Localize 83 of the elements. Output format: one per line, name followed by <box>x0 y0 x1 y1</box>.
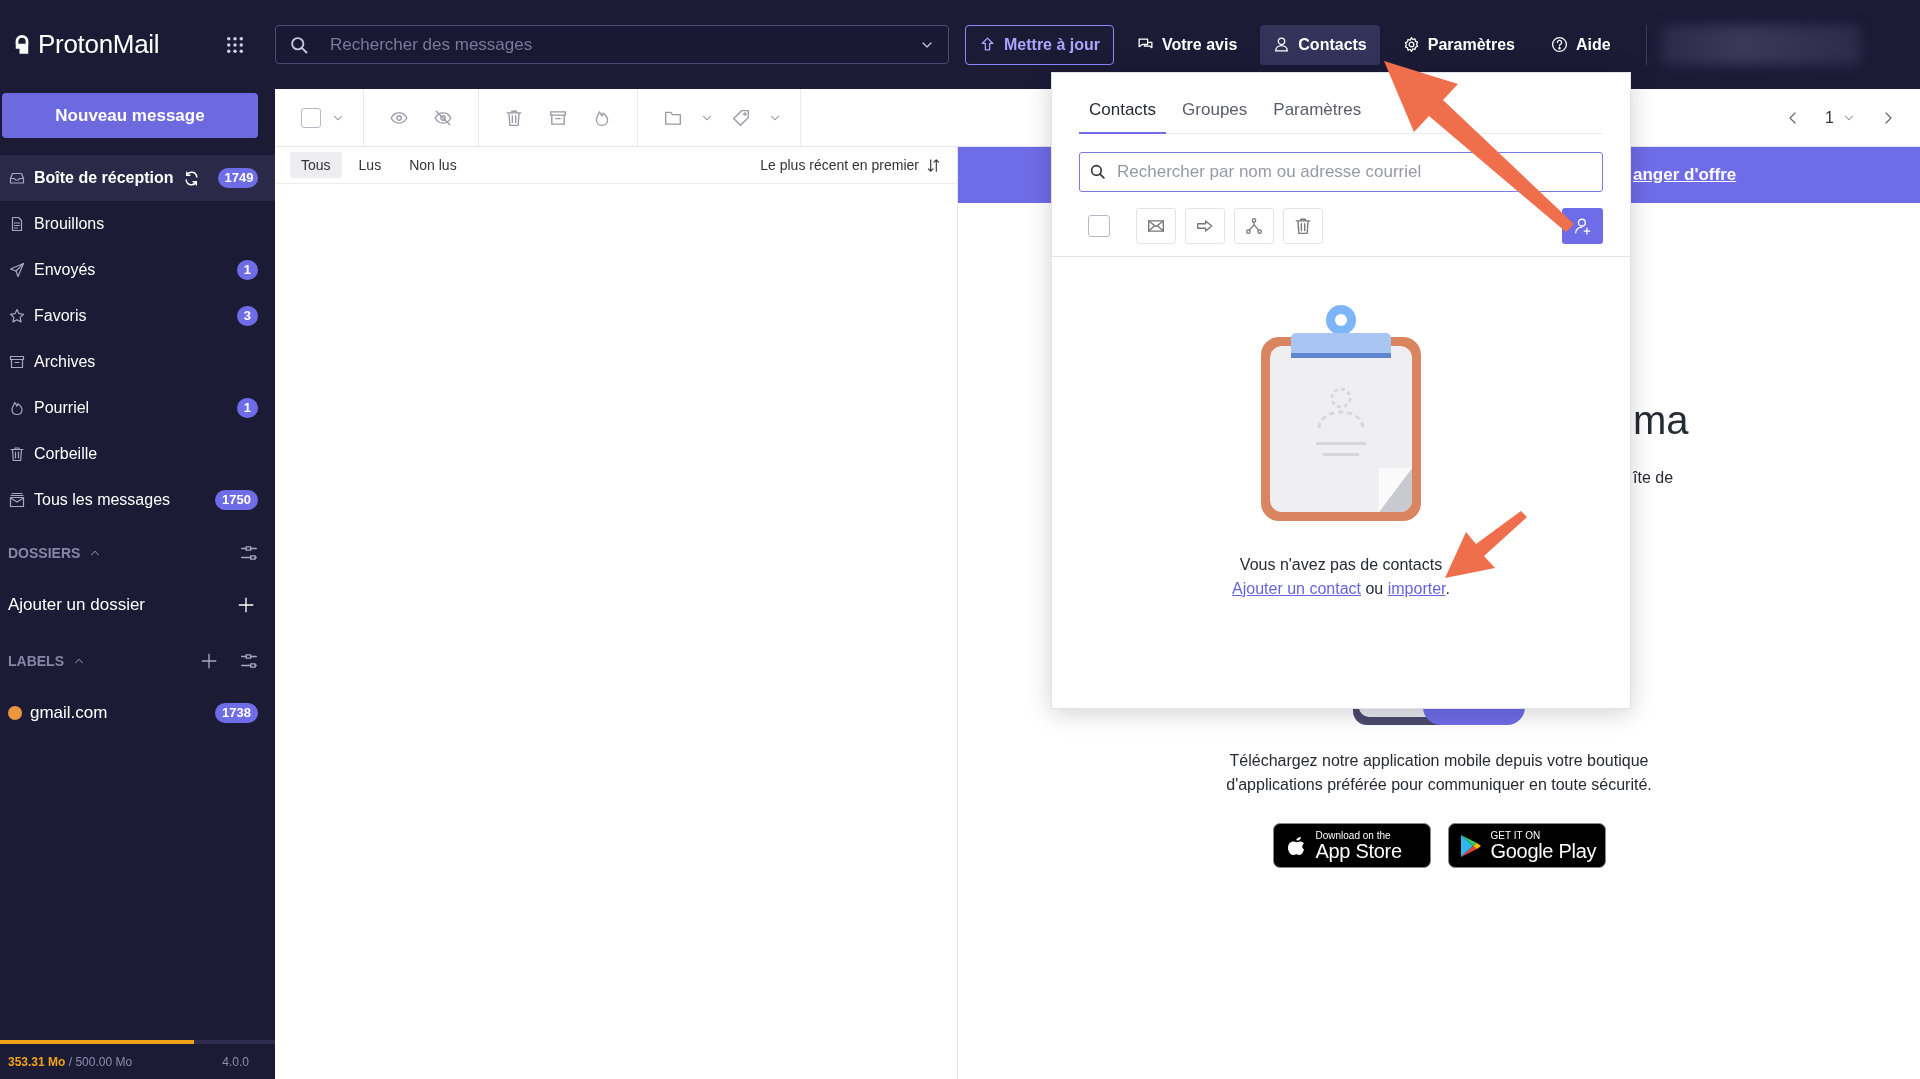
help-button[interactable]: Aide <box>1537 24 1624 65</box>
sort-button[interactable]: Le plus récent en premier <box>760 157 941 173</box>
welcome-text: îte de <box>1633 468 1675 488</box>
select-all-checkbox[interactable] <box>301 107 321 128</box>
document-icon <box>9 216 25 232</box>
inbox-icon <box>9 170 25 186</box>
add-folder-link[interactable]: Ajouter un dossier <box>8 595 146 615</box>
count-badge: 1 <box>236 398 258 418</box>
label-item[interactable]: gmail.com 1738 <box>0 687 275 739</box>
import-link[interactable]: importer <box>1387 580 1446 597</box>
app-store-badge[interactable]: Download on the App Store <box>1272 823 1431 868</box>
sliders-icon[interactable] <box>240 652 258 670</box>
empty-contacts-message: Vous n'avez pas de contacts Ajouter un contact ou importer. <box>1232 555 1450 599</box>
search-field[interactable]: Rechercher des messages <box>275 25 949 64</box>
count-badge: 1750 <box>215 490 258 510</box>
forward-button[interactable] <box>1185 208 1225 244</box>
email-button[interactable] <box>1136 208 1176 244</box>
filter-tab[interactable]: Tous <box>290 152 342 178</box>
envelope-icon <box>1147 217 1165 235</box>
count-badge: 1749 <box>217 168 258 188</box>
add-contact-link[interactable]: Ajouter un contact <box>1232 580 1361 597</box>
filter-tab[interactable]: Lus <box>347 152 393 178</box>
app-logo: ProtonMail <box>38 29 160 60</box>
page-number[interactable]: 1 <box>1825 108 1834 127</box>
trash-icon[interactable] <box>505 108 523 127</box>
sidebar-item[interactable]: Boîte de réception 1749 <box>0 155 275 201</box>
search-icon <box>289 35 309 55</box>
sidebar-item[interactable]: Tous les messages 1750 <box>0 477 275 523</box>
person-plus-icon <box>1573 217 1592 235</box>
welcome-heading: ma <box>1633 397 1690 443</box>
paper-plane-icon <box>9 262 25 278</box>
section-title[interactable]: DOSSIERS <box>8 545 81 561</box>
eye-slash-icon[interactable] <box>434 108 452 127</box>
add-contact-button[interactable] <box>1562 208 1603 244</box>
sidebar-item[interactable]: Archives <box>0 339 275 385</box>
count-badge: 3 <box>236 306 258 326</box>
settings-button[interactable]: Paramètres <box>1389 24 1528 65</box>
sort-icon <box>926 157 941 173</box>
section-title[interactable]: LABELS <box>8 653 64 669</box>
sidebar-item[interactable]: Brouillons <box>0 201 275 247</box>
trash-icon <box>9 446 25 462</box>
settings-icon <box>1402 36 1420 53</box>
tab[interactable]: Contacts <box>1079 100 1167 134</box>
feedback-button[interactable]: Votre avis <box>1124 24 1251 65</box>
change-plan-link[interactable]: anger d'offre <box>1633 165 1737 185</box>
arrow-right-icon <box>1196 217 1214 235</box>
count-badge: 1738 <box>215 703 258 723</box>
play-triangle-icon <box>1458 832 1483 859</box>
upgrade-button[interactable]: Mettre à jour <box>965 24 1114 65</box>
up-arrow-icon <box>979 36 996 53</box>
delete-button[interactable] <box>1283 208 1323 244</box>
add-icon[interactable] <box>200 652 218 670</box>
tag-icon[interactable] <box>732 108 750 127</box>
storage-usage: 353.31 Mo / 500.00 Mo <box>8 1054 133 1069</box>
new-message-button[interactable]: Nouveau message <box>2 93 258 138</box>
merge-button[interactable] <box>1234 208 1274 244</box>
tab[interactable]: Groupes <box>1172 100 1258 134</box>
envelope-stack-icon <box>9 492 25 508</box>
tab[interactable]: Paramètres <box>1263 100 1372 134</box>
google-play-badge[interactable]: GET IT ON Google Play <box>1447 823 1606 868</box>
version-number: 4.0.0 <box>222 1054 249 1069</box>
sliders-icon[interactable] <box>240 544 258 562</box>
person-icon <box>1273 36 1291 53</box>
trash-icon <box>1294 217 1312 235</box>
search-icon <box>1089 163 1106 180</box>
download-text: Téléchargez notre application mobile depuis votre boutique d'applications préférée pour communiquer en toute sécurité. <box>1225 751 1653 795</box>
archive-box-icon[interactable] <box>549 108 567 127</box>
select-all-checkbox[interactable] <box>1088 215 1110 237</box>
flame-icon[interactable] <box>593 108 611 127</box>
contact-search-field[interactable]: Rechercher par nom ou adresse courriel <box>1079 152 1603 192</box>
sidebar-item[interactable]: Corbeille <box>0 431 275 477</box>
contacts-button[interactable]: Contacts <box>1260 24 1380 65</box>
archive-box-icon <box>9 354 25 370</box>
merge-icon <box>1245 217 1263 235</box>
count-badge: 1 <box>236 260 258 280</box>
sidebar-item[interactable]: Envoyés 1 <box>0 247 275 293</box>
help-icon <box>1550 36 1568 53</box>
flame-icon <box>9 400 25 416</box>
sidebar-item[interactable]: Pourriel 1 <box>0 385 275 431</box>
app-grid-icon[interactable] <box>225 34 246 55</box>
filter-tab[interactable]: Non lus <box>398 152 468 178</box>
star-icon <box>9 308 25 324</box>
sidebar-item[interactable]: Favoris 3 <box>0 293 275 339</box>
